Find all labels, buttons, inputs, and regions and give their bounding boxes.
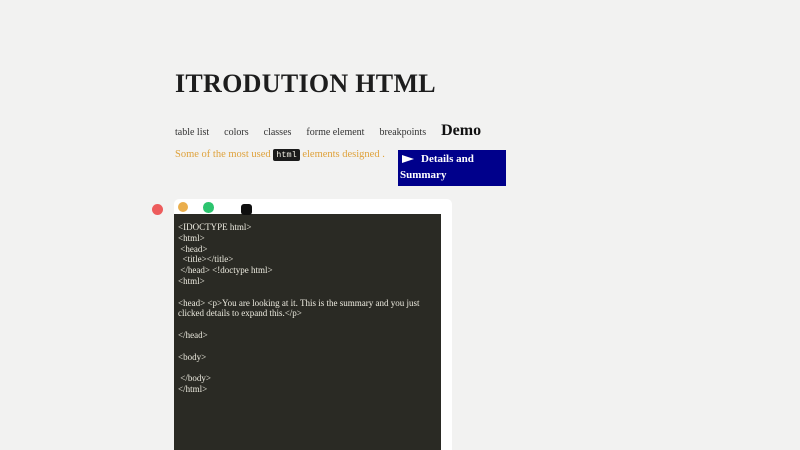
intro-text-after: elements designed . xyxy=(302,149,385,160)
nav-link[interactable]: colors xyxy=(224,127,248,138)
inline-code-badge: html xyxy=(273,149,300,161)
nav-link[interactable]: breakpoints xyxy=(379,127,426,138)
window-close-button[interactable] xyxy=(152,204,163,215)
nav-link[interactable]: classes xyxy=(264,127,292,138)
nav-link[interactable]: forme element xyxy=(306,127,364,138)
intro-text-before: Some of the most used xyxy=(175,149,271,160)
disclosure-triangle-icon xyxy=(402,155,414,163)
window-maximize-button[interactable] xyxy=(203,202,214,213)
intro-text: Some of the most used html elements desi… xyxy=(175,147,385,163)
page-title: ITRODUTION HTML xyxy=(175,69,436,98)
page: ITRODUTION HTML table list colors classe… xyxy=(0,0,800,450)
window-minimize-button[interactable] xyxy=(178,202,188,212)
window-titlebar xyxy=(174,199,452,215)
main-nav: table list colors classes forme element … xyxy=(175,122,481,140)
window-stop-button[interactable] xyxy=(241,204,252,215)
nav-link-demo[interactable]: Demo xyxy=(441,122,481,140)
code-editor-window: <IDOCTYPE html> <html> <head> <title></t… xyxy=(174,199,452,450)
details-summary[interactable]: Details and Summary xyxy=(398,150,506,186)
code-content: <IDOCTYPE html> <html> <head> <title></t… xyxy=(174,214,441,450)
nav-link[interactable]: table list xyxy=(175,127,209,138)
